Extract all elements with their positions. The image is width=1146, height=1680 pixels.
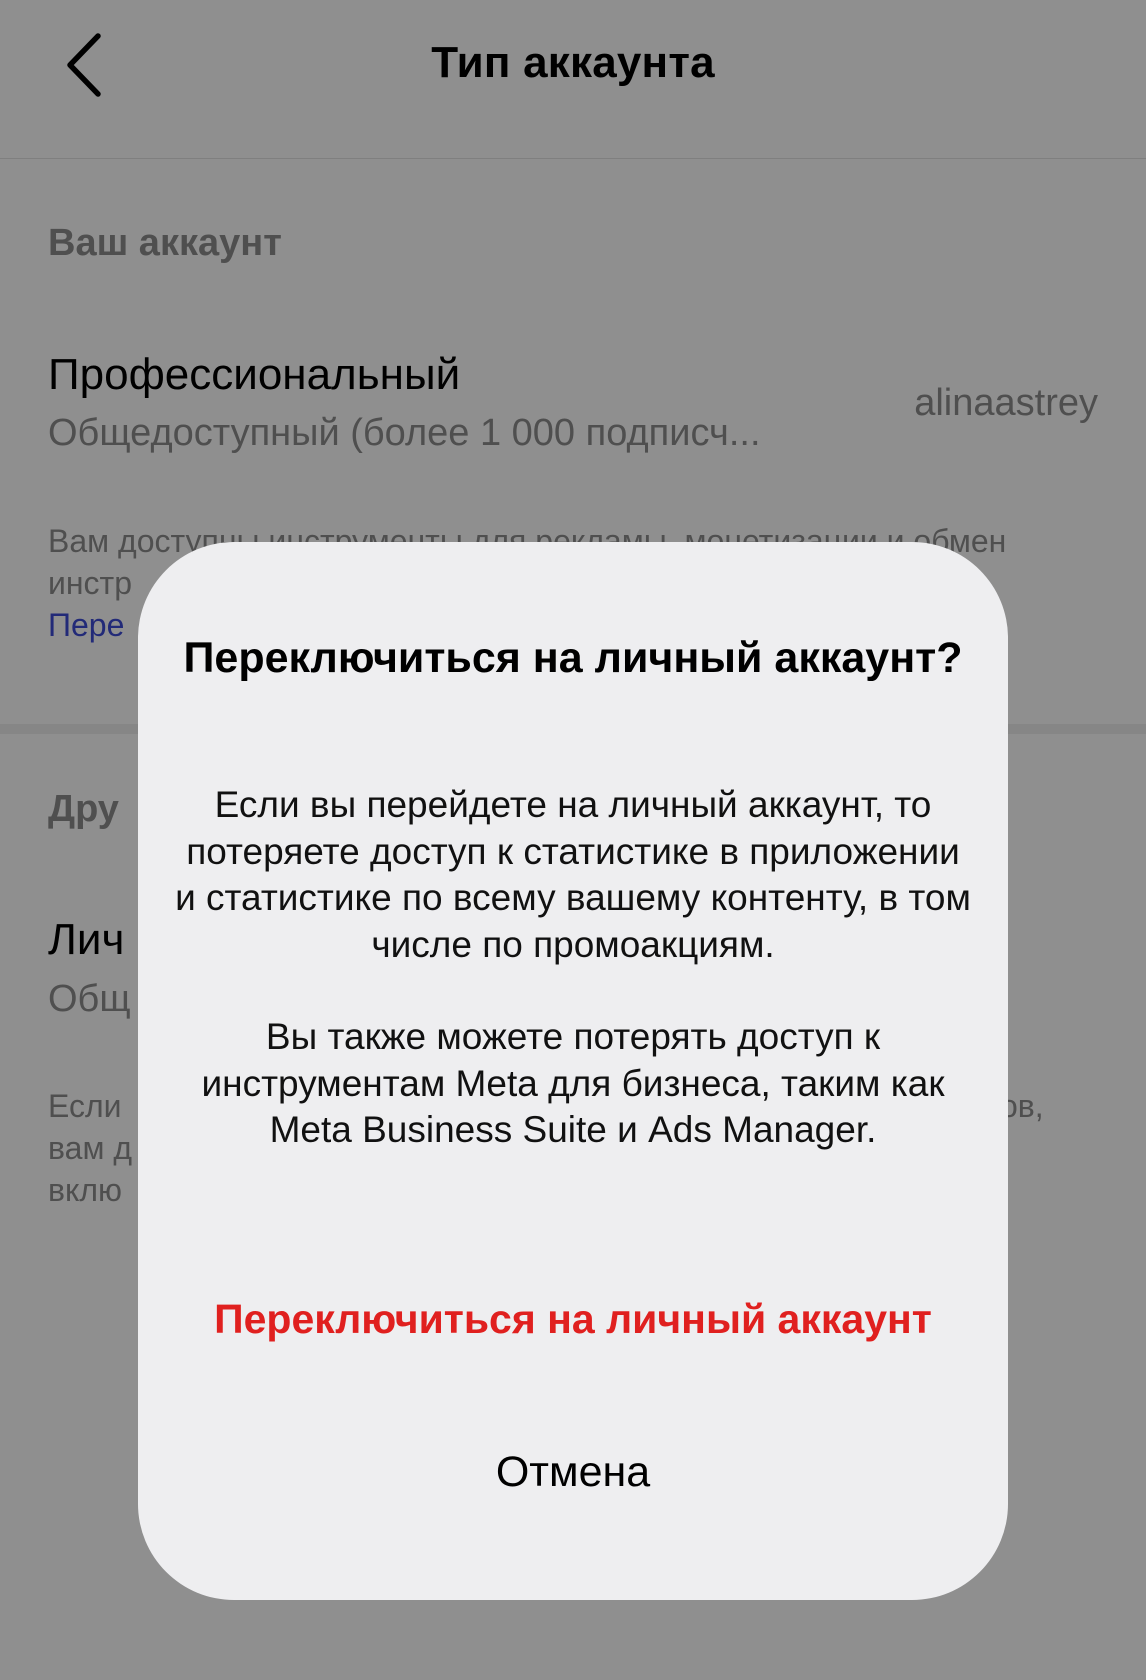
cancel-button[interactable]: Отмена (138, 1448, 1008, 1497)
dialog-body-paragraph-1: Если вы перейдете на личный аккаунт, то … (175, 784, 971, 965)
dialog-body-paragraph-2: Вы также можете потерять доступ к инстру… (201, 1016, 945, 1150)
dialog-body: Если вы перейдете на личный аккаунт, то … (172, 782, 974, 1154)
switch-to-personal-button[interactable]: Переключиться на личный аккаунт (138, 1296, 1008, 1343)
switch-account-dialog: Переключиться на личный аккаунт? Если вы… (138, 542, 1008, 1600)
dialog-title: Переключиться на личный аккаунт? (183, 634, 963, 682)
